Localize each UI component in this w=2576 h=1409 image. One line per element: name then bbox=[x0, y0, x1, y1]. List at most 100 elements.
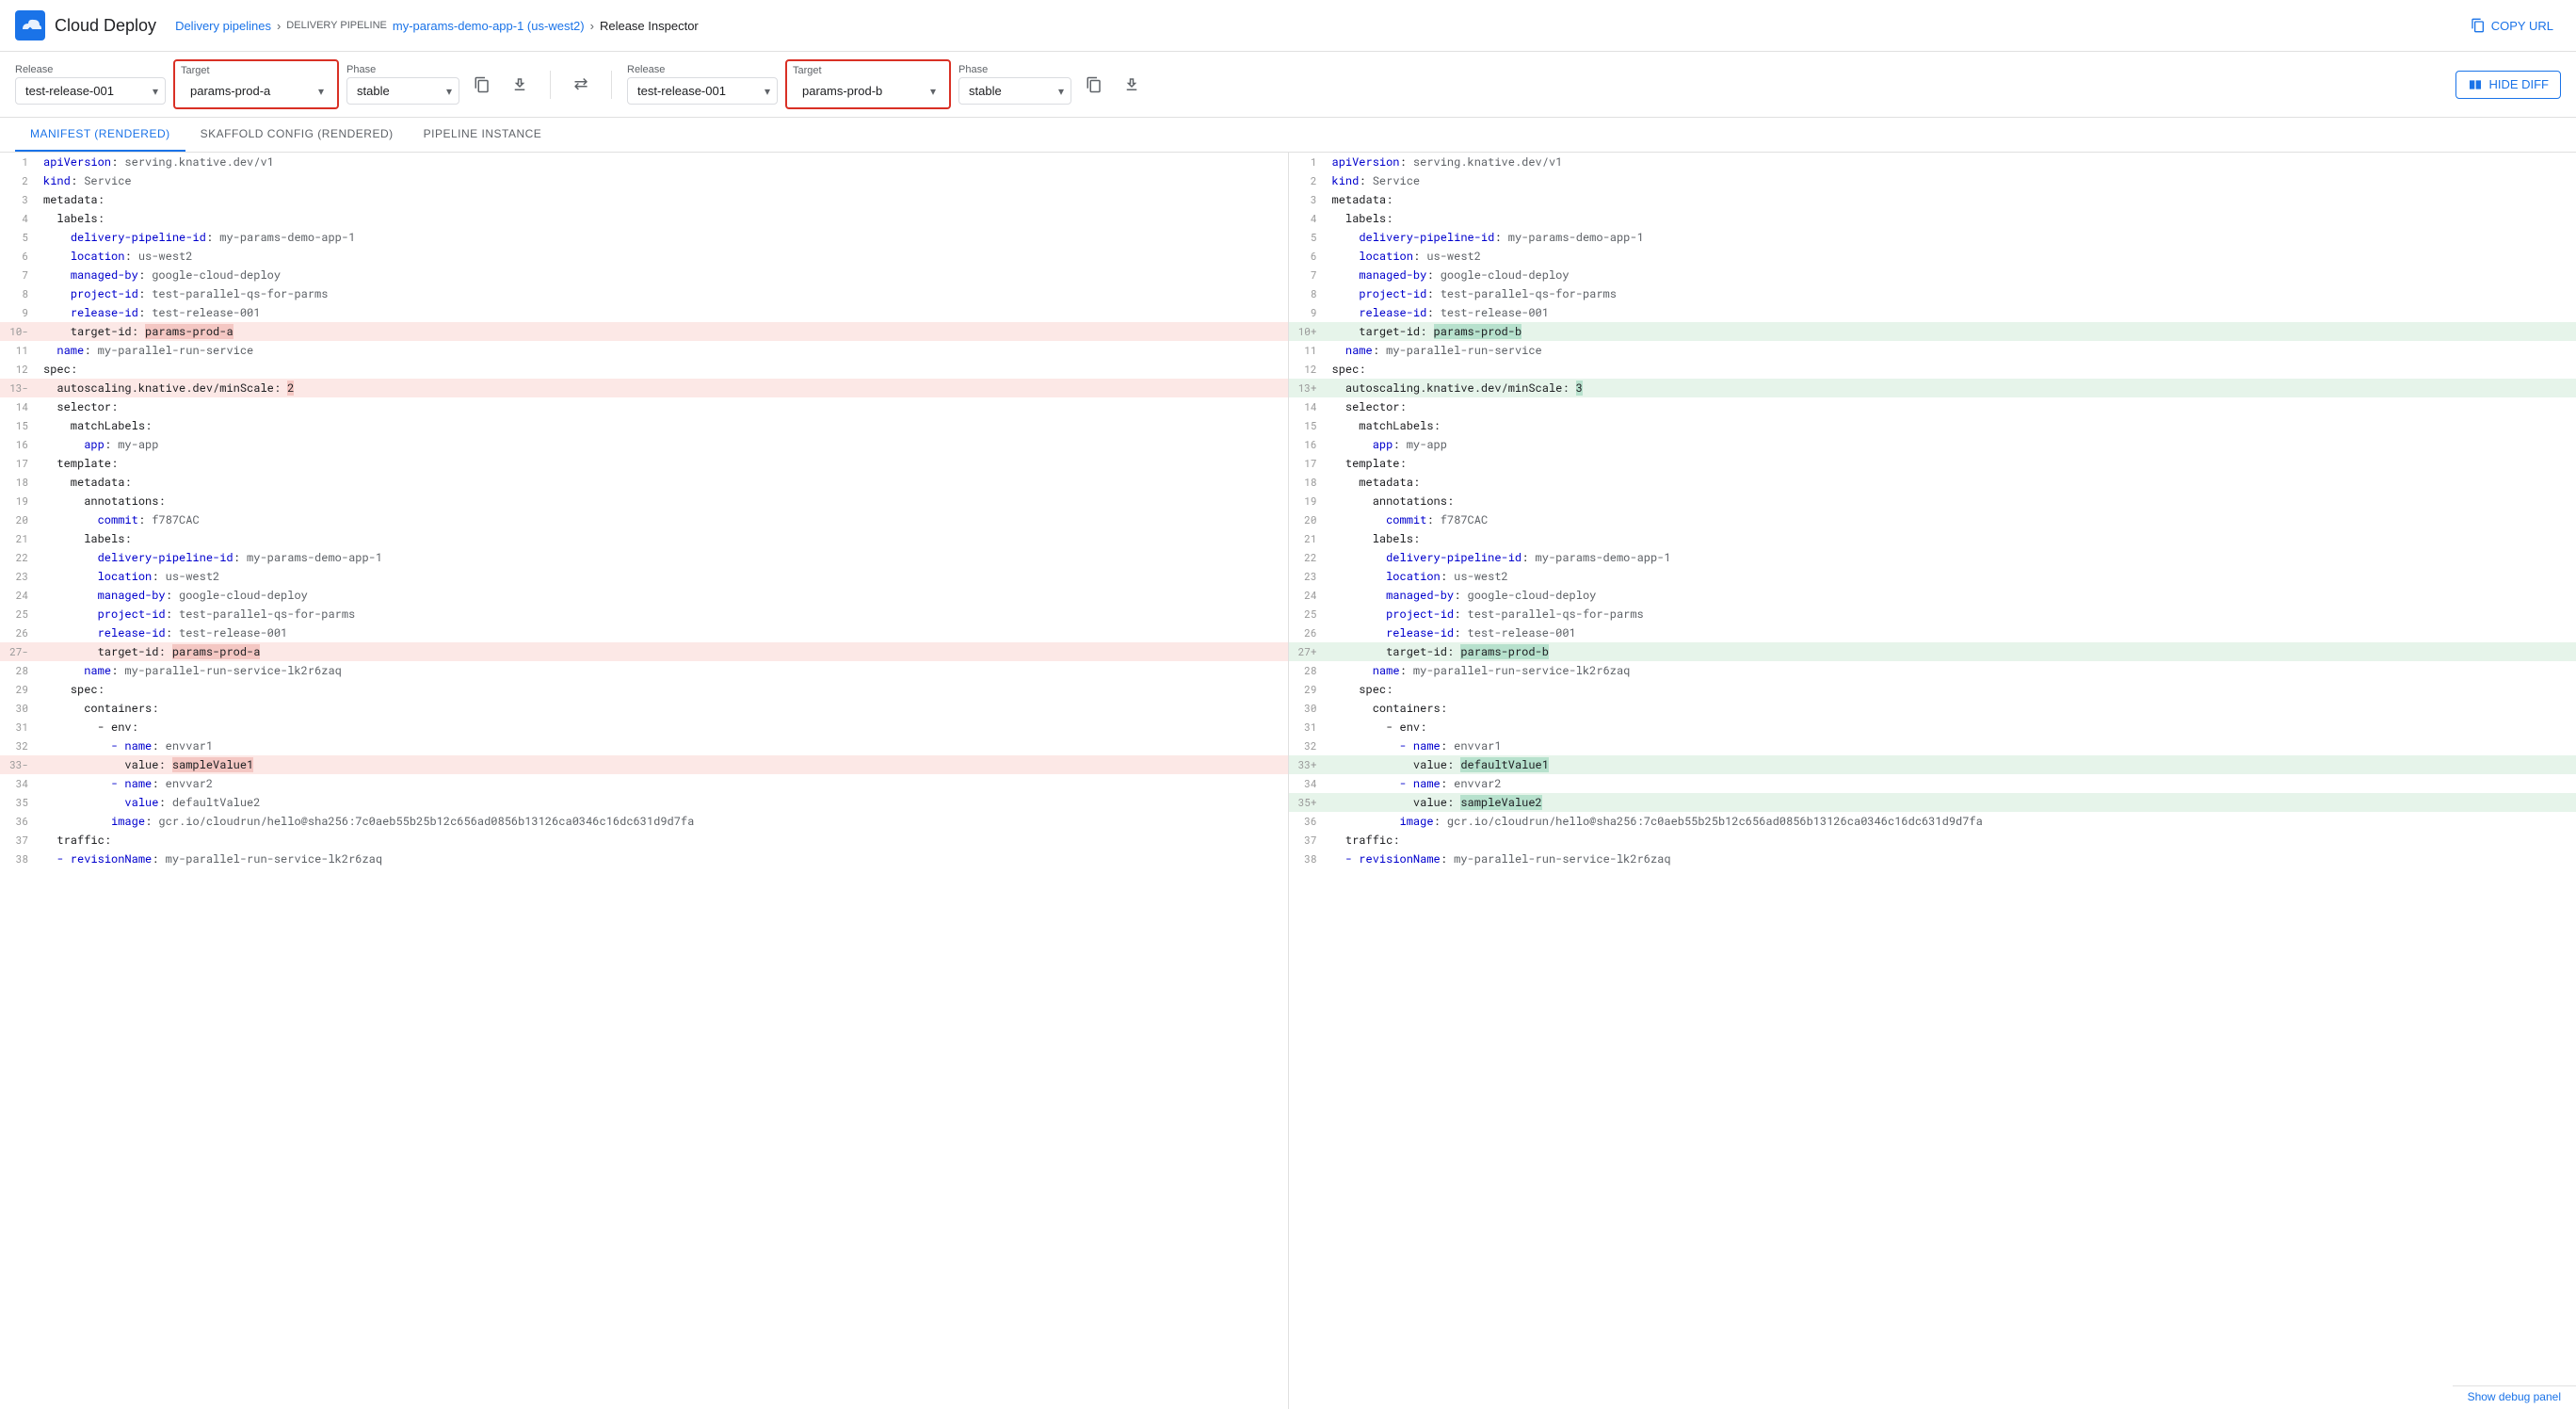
left-target-select-wrap: params-prod-a bbox=[181, 78, 331, 104]
breadcrumb-pipeline-name[interactable]: my-params-demo-app-1 (us-west2) bbox=[393, 19, 585, 33]
line-number: 18 bbox=[0, 473, 40, 492]
code-line: 15 matchLabels: bbox=[1289, 416, 2576, 435]
breadcrumb-sep-1: › bbox=[277, 19, 281, 33]
breadcrumb-pipeline-label: DELIVERY PIPELINE bbox=[286, 20, 387, 31]
line-content: target-id: params-prod-a bbox=[40, 642, 1275, 661]
line-content: commit: f787CAC bbox=[1328, 510, 2564, 529]
left-release-select[interactable]: test-release-001 bbox=[15, 77, 166, 105]
line-number: 10+ bbox=[1289, 322, 1328, 341]
tab-pipeline[interactable]: PIPELINE INSTANCE bbox=[409, 118, 557, 152]
line-content: - revisionName: my-parallel-run-service-… bbox=[40, 850, 1275, 868]
left-diff-pane[interactable]: 1apiVersion: serving.knative.dev/v12kind… bbox=[0, 153, 1289, 1409]
line-number: 26 bbox=[1289, 624, 1328, 642]
hide-diff-button[interactable]: HIDE DIFF bbox=[2455, 71, 2561, 99]
right-diff-pane[interactable]: 1apiVersion: serving.knative.dev/v12kind… bbox=[1289, 153, 2576, 1409]
diff-container: 1apiVersion: serving.knative.dev/v12kind… bbox=[0, 153, 2576, 1409]
line-number: 9 bbox=[0, 303, 40, 322]
line-content: kind: Service bbox=[1328, 171, 2564, 190]
code-line: 10- target-id: params-prod-a bbox=[0, 322, 1288, 341]
copy-url-button[interactable]: COPY URL bbox=[2463, 12, 2561, 39]
line-number: 28 bbox=[1289, 661, 1328, 680]
line-content: delivery-pipeline-id: my-params-demo-app… bbox=[40, 228, 1275, 247]
line-number: 22 bbox=[1289, 548, 1328, 567]
code-line: 35 value: defaultValue2 bbox=[0, 793, 1288, 812]
line-content: matchLabels: bbox=[1328, 416, 2564, 435]
line-content: value: sampleValue1 bbox=[40, 755, 1275, 774]
line-number: 12 bbox=[1289, 360, 1328, 379]
line-number: 11 bbox=[1289, 341, 1328, 360]
left-phase-select[interactable]: stable bbox=[346, 77, 459, 105]
breadcrumb: Delivery pipelines › DELIVERY PIPELINE m… bbox=[175, 19, 2463, 33]
line-number: 34 bbox=[0, 774, 40, 793]
code-line: 14 selector: bbox=[0, 397, 1288, 416]
left-copy-button[interactable] bbox=[467, 70, 497, 100]
code-line: 19 annotations: bbox=[1289, 492, 2576, 510]
copy-url-label: COPY URL bbox=[2491, 19, 2553, 33]
line-content: traffic: bbox=[40, 831, 1275, 850]
line-content: labels: bbox=[40, 209, 1275, 228]
copy-icon bbox=[2471, 18, 2486, 33]
right-phase-group: Phase stable bbox=[958, 64, 1071, 105]
swap-button[interactable]: ⇄ bbox=[566, 70, 596, 100]
line-number: 30 bbox=[1289, 699, 1328, 718]
right-phase-label: Phase bbox=[958, 64, 1071, 75]
right-phase-select[interactable]: stable bbox=[958, 77, 1071, 105]
right-download-button[interactable] bbox=[1117, 70, 1147, 100]
code-line: 4 labels: bbox=[0, 209, 1288, 228]
line-number: 27- bbox=[0, 642, 40, 661]
line-number: 2 bbox=[0, 171, 40, 190]
line-content: release-id: test-release-001 bbox=[40, 303, 1275, 322]
tab-skaffold[interactable]: SKAFFOLD CONFIG (RENDERED) bbox=[185, 118, 409, 152]
code-line: 21 labels: bbox=[0, 529, 1288, 548]
right-target-select[interactable]: params-prod-b bbox=[793, 78, 943, 104]
code-line: 26 release-id: test-release-001 bbox=[0, 624, 1288, 642]
line-content: location: us-west2 bbox=[40, 567, 1275, 586]
line-content: delivery-pipeline-id: my-params-demo-app… bbox=[1328, 228, 2564, 247]
left-download-button[interactable] bbox=[505, 70, 535, 100]
line-number: 33+ bbox=[1289, 755, 1328, 774]
breadcrumb-delivery-pipelines[interactable]: Delivery pipelines bbox=[175, 19, 271, 33]
left-release-group: Release test-release-001 bbox=[15, 64, 166, 105]
line-content: commit: f787CAC bbox=[40, 510, 1275, 529]
line-content: spec: bbox=[1328, 680, 2564, 699]
code-line: 38 - revisionName: my-parallel-run-servi… bbox=[1289, 850, 2576, 868]
code-line: 4 labels: bbox=[1289, 209, 2576, 228]
debug-panel-link[interactable]: Show debug panel bbox=[2453, 1385, 2576, 1407]
line-content: release-id: test-release-001 bbox=[40, 624, 1275, 642]
code-line: 16 app: my-app bbox=[1289, 435, 2576, 454]
right-copy-button[interactable] bbox=[1079, 70, 1109, 100]
tab-manifest[interactable]: MANIFEST (RENDERED) bbox=[15, 118, 185, 152]
hide-diff-label: HIDE DIFF bbox=[2488, 77, 2549, 91]
line-content: - env: bbox=[1328, 718, 2564, 737]
code-line: 23 location: us-west2 bbox=[1289, 567, 2576, 586]
line-content: spec: bbox=[40, 680, 1275, 699]
code-line: 36 image: gcr.io/cloudrun/hello@sha256:7… bbox=[1289, 812, 2576, 831]
code-line: 32 - name: envvar1 bbox=[0, 737, 1288, 755]
code-line: 9 release-id: test-release-001 bbox=[1289, 303, 2576, 322]
left-target-select[interactable]: params-prod-a bbox=[181, 78, 331, 104]
left-phase-label: Phase bbox=[346, 64, 459, 75]
line-content: autoscaling.knative.dev/minScale: 2 bbox=[40, 379, 1275, 397]
code-line: 8 project-id: test-parallel-qs-for-parms bbox=[0, 284, 1288, 303]
line-content: containers: bbox=[1328, 699, 2564, 718]
line-number: 32 bbox=[1289, 737, 1328, 755]
line-number: 14 bbox=[1289, 397, 1328, 416]
code-line: 12spec: bbox=[0, 360, 1288, 379]
line-number: 29 bbox=[0, 680, 40, 699]
code-line: 7 managed-by: google-cloud-deploy bbox=[0, 266, 1288, 284]
code-line: 19 annotations: bbox=[0, 492, 1288, 510]
code-line: 5 delivery-pipeline-id: my-params-demo-a… bbox=[1289, 228, 2576, 247]
line-number: 17 bbox=[1289, 454, 1328, 473]
line-content: location: us-west2 bbox=[1328, 567, 2564, 586]
line-number: 27+ bbox=[1289, 642, 1328, 661]
line-content: labels: bbox=[1328, 209, 2564, 228]
line-number: 15 bbox=[1289, 416, 1328, 435]
code-line: 38 - revisionName: my-parallel-run-servi… bbox=[0, 850, 1288, 868]
right-release-select[interactable]: test-release-001 bbox=[627, 77, 778, 105]
line-content: labels: bbox=[40, 529, 1275, 548]
line-number: 5 bbox=[1289, 228, 1328, 247]
right-release-label: Release bbox=[627, 64, 778, 75]
line-content: selector: bbox=[40, 397, 1275, 416]
code-line: 17 template: bbox=[0, 454, 1288, 473]
code-line: 22 delivery-pipeline-id: my-params-demo-… bbox=[1289, 548, 2576, 567]
